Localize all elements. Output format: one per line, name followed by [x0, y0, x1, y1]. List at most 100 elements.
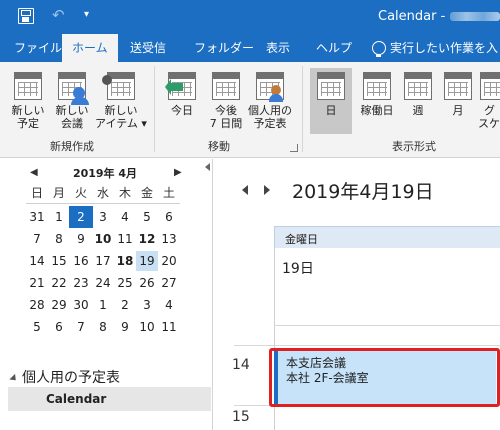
mini-calendar-day[interactable]: 11 [158, 317, 180, 337]
mini-calendar-day[interactable]: 14 [26, 251, 48, 271]
hour-label-14: 14 [232, 357, 250, 373]
mini-calendar-day[interactable]: 26 [136, 273, 158, 293]
weekday-header: 火 [74, 186, 87, 200]
personal-calendar-icon [256, 72, 284, 102]
weekday-header: 金 [140, 186, 153, 200]
hour-label-15: 15 [232, 409, 250, 425]
mini-calendar-day[interactable]: 1 [48, 207, 70, 227]
mini-calendar-day[interactable]: 20 [158, 251, 180, 271]
day-view-icon [317, 72, 345, 100]
mini-calendar-day[interactable]: 4 [114, 207, 136, 227]
date-heading: 2019年4月19日 [292, 181, 434, 203]
collapse-pane-icon[interactable] [203, 159, 213, 349]
tab-help[interactable]: ヘルプ [306, 34, 362, 62]
next-day-icon[interactable] [264, 185, 270, 195]
ribbon: 新しい 予定 新しい 会議 新しい アイテム ▾ 新規作成 今日 今後 7 日間… [0, 62, 500, 158]
week-view-button[interactable]: 週 [398, 68, 438, 134]
mini-calendar-day[interactable]: 11 [114, 229, 136, 249]
weekday-header: 土 [162, 186, 175, 200]
schedule-icon [480, 72, 500, 100]
mini-calendar-day[interactable]: 17 [92, 251, 114, 271]
mini-calendar-day[interactable]: 22 [48, 273, 70, 293]
my-calendars-group[interactable]: 個人用の予定表 [9, 367, 120, 387]
mini-calendar-day[interactable]: 24 [92, 273, 114, 293]
mini-calendar-day[interactable]: 8 [48, 229, 70, 249]
weekday-header: 日 [30, 186, 43, 200]
mini-calendar-day[interactable]: 21 [26, 273, 48, 293]
new-meeting-button[interactable]: 新しい 会議 [46, 68, 98, 134]
mini-calendar-day[interactable]: 18 [114, 251, 136, 271]
save-icon[interactable] [18, 8, 34, 24]
mini-calendar-day[interactable]: 10 [92, 229, 114, 249]
mini-calendar-prev-icon[interactable]: ◀ [30, 167, 38, 178]
mini-calendar-day[interactable]: 28 [26, 295, 48, 315]
mini-calendar-day[interactable]: 9 [114, 317, 136, 337]
ribbon-tabs: ファイル ホーム 送受信 フォルダー 表示 ヘルプ 実行したい作業を入 [0, 34, 500, 62]
mini-calendar-day[interactable]: 27 [158, 273, 180, 293]
mini-calendar-day[interactable]: 31 [26, 207, 48, 227]
folder-calendar[interactable]: Calendar [8, 387, 211, 411]
mini-calendar-day[interactable]: 1 [92, 295, 114, 315]
week-icon [404, 72, 432, 100]
month-view-button[interactable]: 月 [438, 68, 478, 134]
mini-calendar-day[interactable]: 13 [158, 229, 180, 249]
mini-calendar-title: 2019年 4月 [72, 167, 138, 180]
calendar-icon [14, 72, 42, 100]
weekday-header: 木 [118, 186, 131, 200]
day-number: 19日 [282, 261, 314, 277]
mini-calendar-day[interactable]: 2 [69, 206, 93, 228]
view-group-label: 表示形式 [392, 140, 436, 153]
month-icon [444, 72, 472, 100]
mini-calendar-day[interactable]: 10 [136, 317, 158, 337]
customize-qat-icon[interactable]: ▾ [84, 9, 89, 20]
schedule-view-button[interactable]: グ スケ [476, 68, 500, 134]
mini-calendar-day[interactable]: 5 [136, 207, 158, 227]
tab-send-receive[interactable]: 送受信 [120, 34, 176, 62]
tell-me-box[interactable]: 実行したい作業を入 [390, 34, 498, 62]
mini-calendar-day[interactable]: 5 [26, 317, 48, 337]
my-calendar-button[interactable]: 個人用の 予定表 [244, 68, 296, 134]
weekday-label: 金曜日 [285, 233, 318, 246]
weekday-header: 月 [52, 186, 65, 200]
new-items-button[interactable]: 新しい アイテム ▾ [92, 68, 150, 134]
prev-day-icon[interactable] [242, 185, 248, 195]
mini-calendar-day[interactable]: 4 [158, 295, 180, 315]
expand-triangle-icon [9, 373, 19, 383]
calendar-day-view: 2019年4月19日 金曜日 19日 14 15 本支店会議 本社 2F-会議室 [214, 159, 500, 430]
mini-calendar-day[interactable]: 3 [136, 295, 158, 315]
mini-calendar-day[interactable]: 9 [70, 229, 92, 249]
folder-pane: ◀ 2019年 4月 ▶ 日月火水木金土 31 1 2 3 4 5 6 7 8 9 10 11 12 13 1… [0, 159, 213, 430]
today-icon [165, 72, 196, 100]
account-name-redacted [450, 12, 500, 21]
mini-calendar-day[interactable]: 25 [114, 273, 136, 293]
mini-calendar-day[interactable]: 7 [70, 317, 92, 337]
mini-calendar-day[interactable]: 2 [114, 295, 136, 315]
goto-group-label: 移動 [208, 140, 230, 153]
next-7-days-icon [212, 72, 240, 100]
day-view-button[interactable]: 日 [310, 68, 352, 134]
mini-calendar-next-icon[interactable]: ▶ [174, 167, 182, 178]
mini-calendar-day[interactable]: 6 [158, 207, 180, 227]
mini-calendar-day[interactable]: 15 [48, 251, 70, 271]
work-week-view-button[interactable]: 稼働日 [354, 68, 400, 134]
work-week-icon [363, 72, 391, 100]
mini-calendar-day[interactable]: 6 [48, 317, 70, 337]
mini-calendar-day[interactable]: 12 [136, 229, 158, 249]
mini-calendar-day[interactable]: 23 [70, 273, 92, 293]
mini-calendar-day[interactable]: 3 [92, 207, 114, 227]
day-header: 金曜日 [274, 226, 500, 248]
mini-calendar-day[interactable]: 7 [26, 229, 48, 249]
goto-dialog-launcher-icon[interactable] [290, 144, 298, 152]
mini-calendar-day[interactable]: 8 [92, 317, 114, 337]
new-group-label: 新規作成 [50, 140, 94, 153]
mini-calendar-day[interactable]: 29 [48, 295, 70, 315]
mini-calendar-day[interactable]: 16 [70, 251, 92, 271]
tab-view[interactable]: 表示 [256, 34, 300, 62]
window-title: Calendar - [378, 9, 446, 24]
mini-calendar-day[interactable]: 19 [136, 251, 158, 271]
tab-home[interactable]: ホーム [62, 34, 118, 62]
title-bar: ↶ ▾ Calendar - [0, 0, 500, 34]
undo-icon[interactable]: ↶ [52, 7, 68, 23]
mini-calendar-day[interactable]: 30 [70, 295, 92, 315]
tab-folder[interactable]: フォルダー [184, 34, 264, 62]
